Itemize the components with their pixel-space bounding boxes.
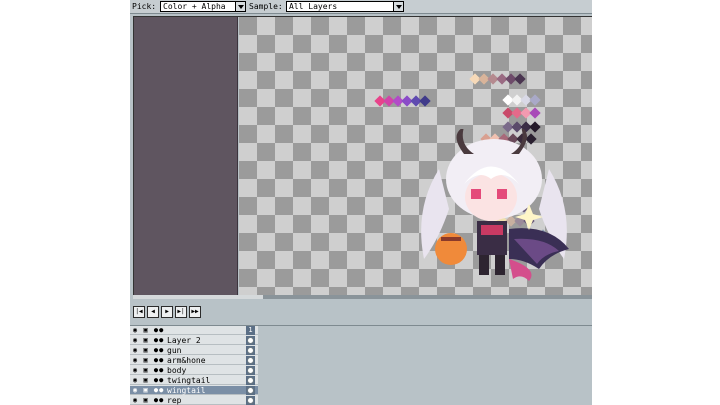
layer-cel-icon[interactable] bbox=[246, 376, 255, 385]
layer-row[interactable]: ◉ ▣ ●● twingtail bbox=[130, 376, 258, 385]
layer-cel-icon[interactable] bbox=[246, 366, 255, 375]
horizontal-scrollbar[interactable] bbox=[133, 295, 592, 299]
layer-row[interactable]: ◉ ▣ ●● 1 bbox=[130, 326, 258, 335]
layer-row[interactable]: ◉ ▣ ●● gun bbox=[130, 346, 258, 355]
sprite-canvas[interactable] bbox=[239, 17, 592, 298]
aseprite-window: Pick: Color + Alpha Sample: All Layers |… bbox=[130, 0, 592, 405]
frame-number[interactable]: 1 bbox=[246, 326, 255, 335]
frames-grid[interactable] bbox=[258, 325, 592, 405]
layer-cel-icon[interactable] bbox=[246, 396, 255, 405]
layer-name: Layer 2 bbox=[167, 336, 201, 345]
sample-select-value: All Layers bbox=[289, 2, 338, 11]
layer-name: arm&hone bbox=[167, 356, 206, 365]
chevron-down-icon[interactable] bbox=[235, 2, 245, 11]
layer-row[interactable]: ◉ ▣ ●● wingtail bbox=[130, 386, 258, 395]
layer-cel-icon[interactable] bbox=[246, 346, 255, 355]
layer-name: wingtail bbox=[167, 386, 206, 395]
next-frame-icon[interactable]: ▶| bbox=[175, 306, 187, 318]
chevron-down-icon[interactable] bbox=[393, 2, 403, 11]
layer-visibility-lock-icons[interactable]: ◉ ▣ ●● bbox=[133, 376, 164, 385]
layer-row[interactable]: ◉ ▣ ●● Layer 2 bbox=[130, 336, 258, 345]
pick-select-value: Color + Alpha bbox=[163, 2, 226, 11]
pick-label: Pick: bbox=[132, 2, 157, 11]
layer-name: twingtail bbox=[167, 376, 211, 385]
layer-visibility-lock-icons[interactable]: ◉ ▣ ●● bbox=[133, 356, 164, 365]
sample-select[interactable]: All Layers bbox=[286, 1, 404, 12]
layer-visibility-lock-icons[interactable]: ◉ ▣ ●● bbox=[133, 336, 164, 345]
editor-viewport[interactable] bbox=[133, 16, 592, 298]
layer-visibility-lock-icons[interactable]: ◉ ▣ ●● bbox=[133, 326, 164, 335]
layer-visibility-lock-icons[interactable]: ◉ ▣ ●● bbox=[133, 346, 164, 355]
previous-frame-icon[interactable]: ◀ bbox=[147, 306, 159, 318]
last-frame-icon[interactable]: ▶▶ bbox=[189, 306, 201, 318]
play-icon[interactable]: ▶ bbox=[161, 306, 173, 318]
chibi-character-sprite bbox=[421, 129, 569, 281]
layer-row[interactable]: ◉ ▣ ●● body bbox=[130, 366, 258, 375]
scrollbar-thumb[interactable] bbox=[263, 295, 592, 299]
palette-swatch bbox=[529, 107, 541, 119]
layer-name: gun bbox=[167, 346, 182, 355]
palette-swatch bbox=[419, 95, 431, 107]
editor-background-panel bbox=[134, 17, 238, 298]
layers-panel: ◉ ▣ ●● 1 ◉ ▣ ●● Layer 2 ◉ ▣ ●● gun ◉ ▣ ●● arm&h… bbox=[130, 325, 258, 405]
layer-visibility-lock-icons[interactable]: ◉ ▣ ●● bbox=[133, 396, 164, 405]
layer-cel-icon[interactable] bbox=[246, 336, 255, 345]
layer-name: body bbox=[167, 366, 187, 375]
palette-swatch bbox=[514, 73, 526, 85]
sample-label: Sample: bbox=[249, 2, 283, 11]
palette-swatch bbox=[529, 94, 541, 106]
layer-cel-icon[interactable] bbox=[246, 356, 255, 365]
layer-row[interactable]: ◉ ▣ ●● rep bbox=[130, 396, 258, 405]
pick-select[interactable]: Color + Alpha bbox=[160, 1, 246, 12]
layer-row[interactable]: ◉ ▣ ●● arm&hone bbox=[130, 356, 258, 365]
layer-visibility-lock-icons[interactable]: ◉ ▣ ●● bbox=[133, 366, 164, 375]
layer-name: rep bbox=[167, 396, 182, 405]
context-toolbar: Pick: Color + Alpha Sample: All Layers bbox=[130, 0, 592, 14]
first-frame-icon[interactable]: |◀ bbox=[133, 306, 145, 318]
layer-cel-icon[interactable] bbox=[246, 386, 255, 395]
layer-visibility-lock-icons[interactable]: ◉ ▣ ●● bbox=[133, 386, 164, 395]
